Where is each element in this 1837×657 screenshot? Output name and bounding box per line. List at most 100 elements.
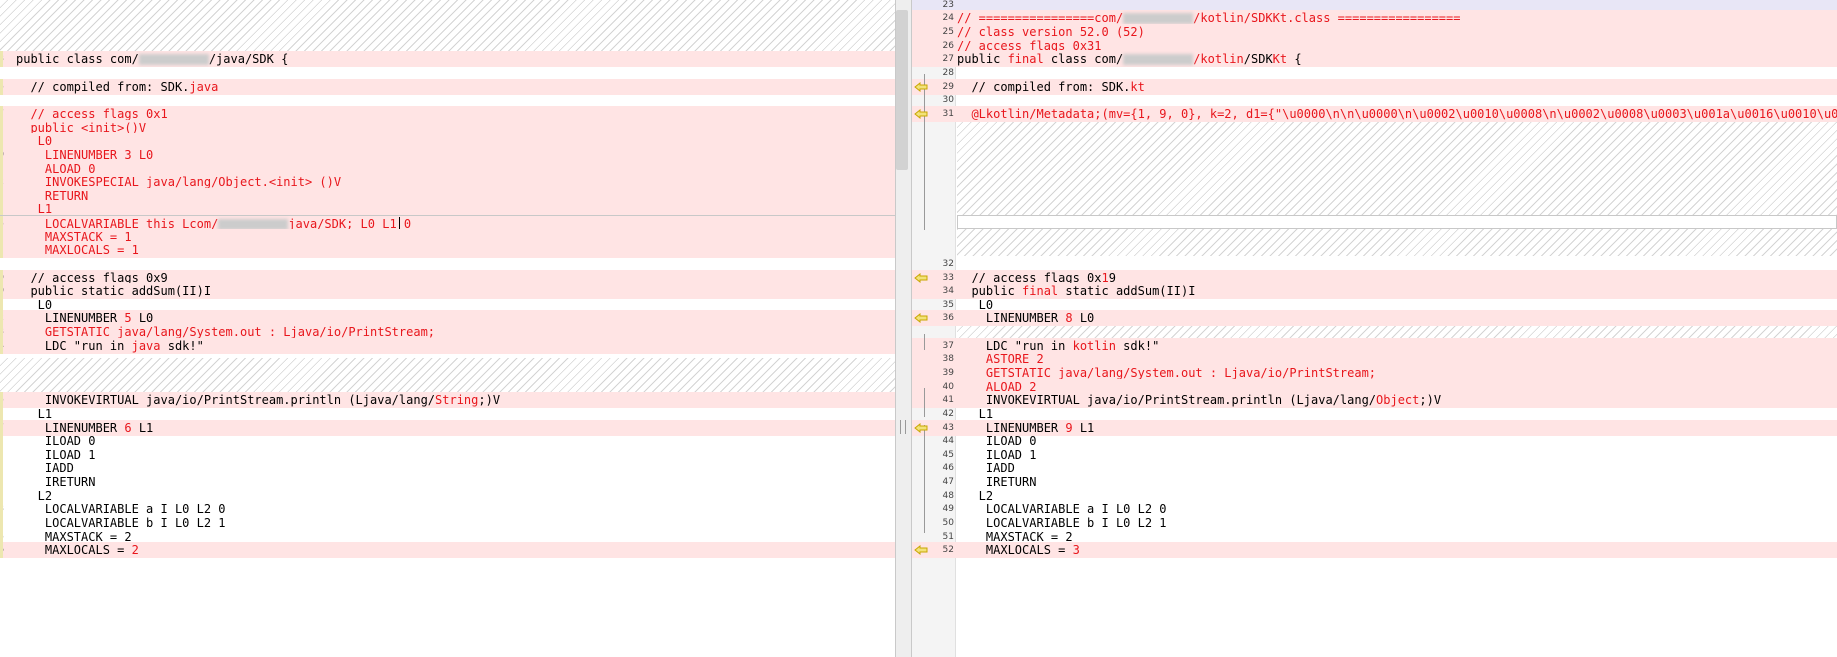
code-token: L0 xyxy=(16,134,53,148)
code-token: L0 xyxy=(131,311,154,325)
right-diff-pane[interactable]: 23 24// ================com//kotlin/SDKKt… xyxy=(912,0,1837,657)
code-token: IRETURN xyxy=(957,475,1037,489)
code-token: // class version 52.0 (52) xyxy=(957,25,1145,39)
code-token: // access flags 0x1 xyxy=(16,107,168,121)
apply-change-arrow-icon[interactable] xyxy=(914,545,928,555)
code-token: MAXLOCALS = 1 xyxy=(16,243,139,257)
code-text: MAXLOCALS = 3 xyxy=(957,542,1080,558)
code-text: LDC "run in java sdk!" xyxy=(16,338,204,354)
apply-change-arrow-icon[interactable] xyxy=(914,273,928,283)
code-token: @Lkotlin/Metadata;(mv={1, 9, 0}, k=2, d1… xyxy=(957,107,1837,121)
code-token: final xyxy=(1007,52,1044,66)
diff-bracket xyxy=(924,334,925,350)
code-token: MAXLOCALS = xyxy=(16,543,132,557)
left-pane-code-line[interactable]: 6 MAXLOCALS = 2 xyxy=(0,542,895,558)
diff-gap-hatch xyxy=(0,358,895,392)
code-token: L1 xyxy=(957,407,994,421)
code-token: LINENUMBER xyxy=(957,311,1066,325)
selected-placeholder-line[interactable] xyxy=(957,215,1837,229)
code-token: L0 xyxy=(1072,311,1095,325)
apply-change-arrow-icon[interactable] xyxy=(914,313,928,323)
diff-bracket xyxy=(924,388,925,417)
code-token: Kt xyxy=(1272,52,1288,66)
code-token: /java xyxy=(208,52,245,66)
code-token: Object xyxy=(1376,393,1420,407)
code-text: MAXLOCALS = 2 xyxy=(16,542,139,558)
code-token: // compiled from: SDK. xyxy=(16,80,190,94)
code-text: public class com/ /java/SDK { xyxy=(16,51,288,67)
code-token: public xyxy=(957,52,1008,66)
code-token: INVOKEVIRTUAL java/io/PrintStream.printl… xyxy=(16,393,436,407)
right-pane-code-line[interactable]: 52 MAXLOCALS = 3 xyxy=(912,542,1837,558)
code-text: // compiled from: SDK.java xyxy=(16,79,218,95)
code-token: final xyxy=(1022,284,1059,298)
left-diff-pane[interactable]: 3public class com//java/SDK {5 // compil… xyxy=(0,0,895,657)
code-token: // ================com/ xyxy=(957,11,1124,25)
diff-bracket xyxy=(924,74,925,230)
code-token: sdk!" xyxy=(160,339,204,353)
code-token: 5 xyxy=(124,311,132,325)
code-token: LOCALVARIABLE b I L0 L2 1 xyxy=(16,516,226,530)
code-token: LINENUMBER 3 L0 xyxy=(16,148,154,162)
code-token: class com/ xyxy=(1043,52,1124,66)
code-token: /SDK xyxy=(1243,52,1273,66)
code-token: L1 xyxy=(16,407,53,421)
code-text: MAXLOCALS = 1 xyxy=(16,242,139,258)
code-token: ASTORE 2 xyxy=(957,352,1044,366)
code-token: java xyxy=(131,339,161,353)
code-text: LINENUMBER 8 L0 xyxy=(957,310,1094,326)
change-marker xyxy=(0,338,3,354)
diff-gap-hatch xyxy=(957,324,1837,338)
change-marker xyxy=(0,51,3,67)
change-marker xyxy=(0,79,3,95)
redacted-text xyxy=(138,54,209,65)
left-pane-code-line[interactable]: 3public class com//java/SDK { xyxy=(0,51,895,67)
code-token: INVOKESPECIAL java/lang/Object.<init> ()… xyxy=(16,175,342,189)
right-pane-code-line[interactable]: 36 LINENUMBER 8 L0 xyxy=(912,310,1837,326)
right-pane-code-line[interactable]: 31 @Lkotlin/Metadata;(mv={1, 9, 0}, k=2,… xyxy=(912,106,1837,122)
code-token: IRETURN xyxy=(16,475,96,489)
diff-gap-hatch xyxy=(957,120,1837,256)
code-token: GETSTATIC java/lang/System.out : Ljava/i… xyxy=(957,366,1377,380)
code-token: public class com/ xyxy=(16,52,139,66)
code-token: ILOAD 0 xyxy=(16,434,96,448)
code-token: GETSTATIC java/lang/System.out : Ljava/i… xyxy=(16,325,436,339)
code-token: static addSum(II)I xyxy=(1058,284,1196,298)
code-token: LOCALVARIABLE a I L0 L2 0 xyxy=(16,502,226,516)
code-token: INVOKEVIRTUAL java/io/PrintStream.printl… xyxy=(957,393,1377,407)
code-token: { xyxy=(1287,52,1302,66)
diff-bracket xyxy=(924,425,925,533)
left-pane-code-line[interactable]: MAXLOCALS = 1 xyxy=(0,242,895,258)
code-token: L1 xyxy=(16,202,53,216)
code-token: 2 xyxy=(131,543,139,557)
code-token: /SDK { xyxy=(244,52,289,66)
code-token: ILOAD 0 xyxy=(957,434,1037,448)
change-marker xyxy=(0,242,3,258)
code-token: java xyxy=(189,80,219,94)
code-token: ;)V xyxy=(478,393,501,407)
code-token: IADD xyxy=(16,461,74,475)
code-token: /kotlin xyxy=(1193,52,1244,66)
left-pane-code-line[interactable]: 4 LDC "run in java sdk!" xyxy=(0,338,895,354)
change-marker xyxy=(0,542,3,558)
code-token: String xyxy=(435,393,479,407)
code-token: public xyxy=(957,284,1023,298)
code-token: /kotlin/SDKKt.class ================= xyxy=(1193,11,1461,25)
code-token: public static addSum(II)I xyxy=(16,284,212,298)
left-pane-code-line[interactable]: 5 // compiled from: SDK.java xyxy=(0,79,895,95)
redacted-text xyxy=(1123,54,1194,65)
code-token: LDC "run in xyxy=(16,339,132,353)
apply-change-arrow-icon[interactable] xyxy=(914,423,928,433)
code-token: LINENUMBER xyxy=(16,311,125,325)
scrollbar-thumb[interactable] xyxy=(896,10,908,170)
code-token: MAXLOCALS = xyxy=(957,543,1073,557)
code-token: LOCALVARIABLE a I L0 L2 0 xyxy=(957,502,1167,516)
apply-change-arrow-icon[interactable] xyxy=(914,82,928,92)
code-token: LOCALVARIABLE b I L0 L2 1 xyxy=(957,516,1167,530)
redacted-text xyxy=(1123,13,1194,24)
code-token: 8 xyxy=(1065,311,1073,325)
diff-gap-hatch xyxy=(0,0,895,51)
apply-change-arrow-icon[interactable] xyxy=(914,109,928,119)
splitter-grip-icon[interactable] xyxy=(900,420,906,434)
code-token: ;)V xyxy=(1419,393,1442,407)
